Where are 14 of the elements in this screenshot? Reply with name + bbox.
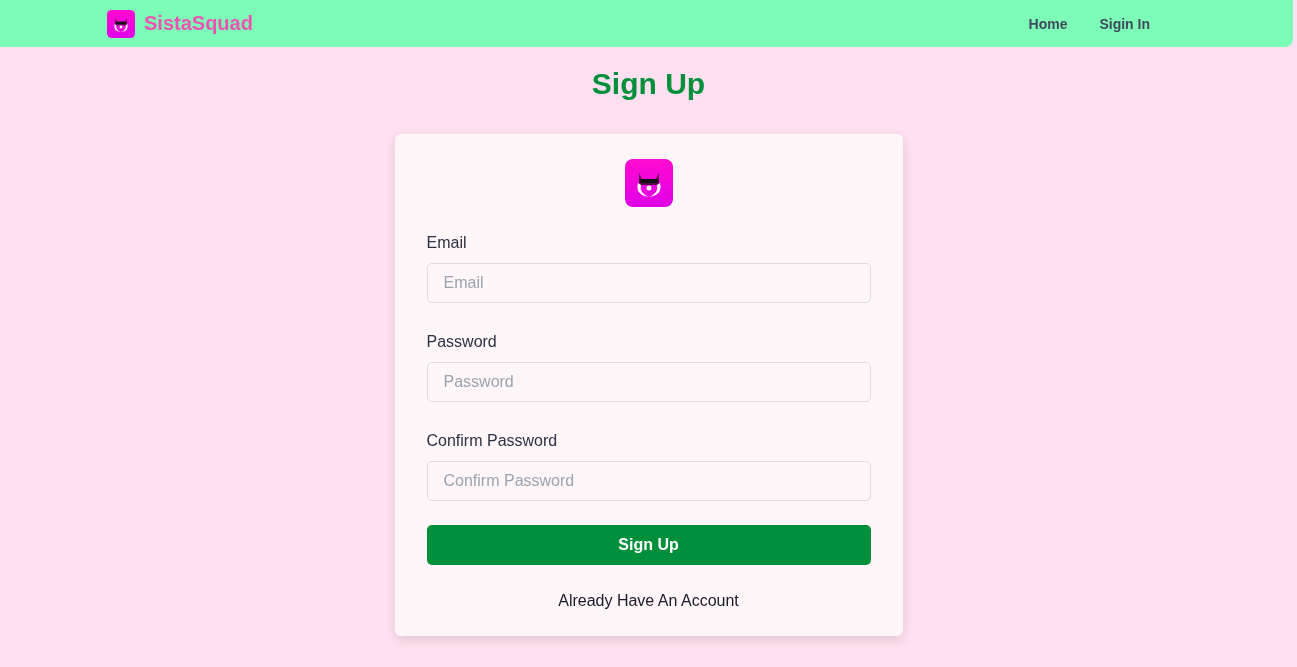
nav-link[interactable]: Home xyxy=(1028,15,1068,32)
sign-up-button[interactable]: Sign Up xyxy=(426,525,871,565)
nav-link[interactable]: Sigin In xyxy=(1099,15,1150,32)
logo-icon xyxy=(107,9,135,38)
logo-icon xyxy=(624,159,673,207)
field-label: Password xyxy=(426,333,498,351)
brand-name: SistaSquad xyxy=(144,12,253,35)
page-title: Sign Up xyxy=(590,67,707,101)
input-field[interactable]: Password xyxy=(426,362,871,402)
field-label: Confirm Password xyxy=(426,432,559,450)
input-field[interactable]: Confirm Password xyxy=(426,461,871,501)
input-field[interactable]: Email xyxy=(426,263,871,303)
sign-in-link[interactable]: Already Have An Account xyxy=(426,592,871,610)
field-label: Email xyxy=(426,234,468,252)
